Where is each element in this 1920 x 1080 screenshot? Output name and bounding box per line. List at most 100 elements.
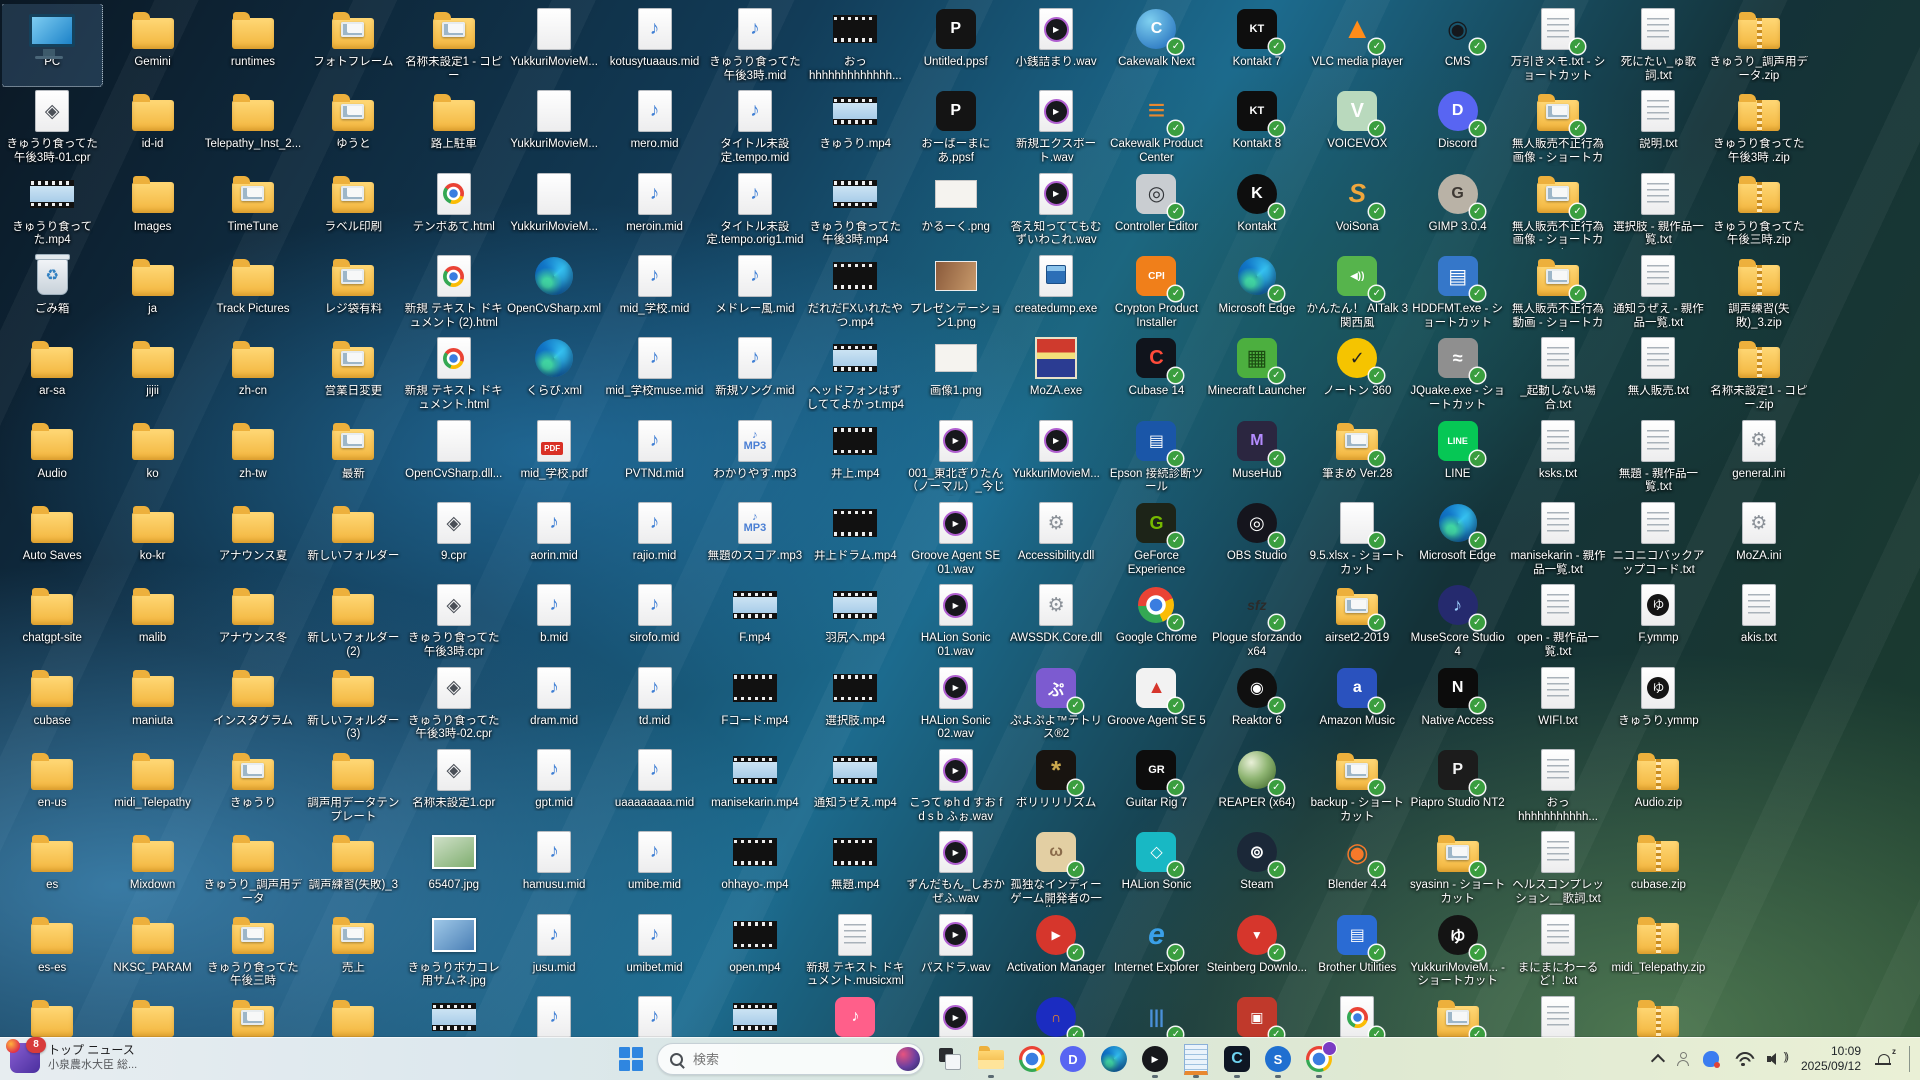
desktop-icon[interactable]: zh-tw: [203, 416, 303, 498]
desktop-icon[interactable]: D Discord: [1408, 86, 1508, 168]
discord-button[interactable]: D: [1058, 1044, 1088, 1074]
desktop-icon[interactable]: open - 親作品一覧.txt: [1508, 580, 1608, 662]
notification-bell-icon[interactable]: z: [1875, 1047, 1896, 1066]
desktop-icon[interactable]: runtimes: [203, 4, 303, 86]
desktop-icon[interactable]: 無人販売.txt: [1608, 333, 1708, 415]
desktop-icon[interactable]: K Kontakt: [1207, 169, 1307, 251]
desktop-icon[interactable]: ▣: [1207, 992, 1307, 1038]
desktop-icon[interactable]: hamusu.mid: [504, 827, 604, 909]
desktop-icon[interactable]: ω 孤独なインディーゲーム開発者の一生 ...: [1006, 827, 1106, 909]
desktop-icon[interactable]: jijii: [103, 333, 203, 415]
desktop-icon[interactable]: タイトル未設定.tempo.orig1.mid: [705, 169, 805, 251]
desktop-icon[interactable]: [1307, 992, 1407, 1038]
desktop-icon[interactable]: きゅうり食ってた午後3時 .zip: [1709, 86, 1809, 168]
desktop-icon[interactable]: 小銭詰まり.wav: [1006, 4, 1106, 86]
desktop-icon[interactable]: ♪: [805, 992, 905, 1038]
desktop-icon[interactable]: MoZA.exe: [1006, 333, 1106, 415]
desktop-icon[interactable]: en-us: [2, 745, 102, 827]
desktop-icon[interactable]: プレゼンテーション1.png: [906, 251, 1006, 333]
desktop-icon[interactable]: ヘッドフォンはずしててよかっt.mp4: [805, 333, 905, 415]
desktop-icon[interactable]: rajio.mid: [605, 498, 705, 580]
desktop-icon[interactable]: 調声用データテンプレート: [303, 745, 403, 827]
desktop-icon[interactable]: Mixdown: [103, 827, 203, 909]
desktop-icon[interactable]: ◉ Blender 4.4: [1307, 827, 1407, 909]
desktop-icon[interactable]: 調声練習(失敗)_3.zip: [1709, 251, 1809, 333]
desktop-icon[interactable]: ◎ Controller Editor: [1106, 169, 1206, 251]
desktop-icon[interactable]: ヘルスコンプレッション__歌詞.txt: [1508, 827, 1608, 909]
tray-accessibility-icon[interactable]: [1676, 1052, 1689, 1066]
desktop-icon[interactable]: [605, 992, 705, 1038]
desktop-icon[interactable]: ▲ VLC media player: [1307, 4, 1407, 86]
desktop-icon[interactable]: 通知うぜえ.mp4: [805, 745, 905, 827]
desktop-icon[interactable]: gpt.mid: [504, 745, 604, 827]
desktop-icon[interactable]: P Piapro Studio NT2: [1408, 745, 1508, 827]
blue-app-button[interactable]: S: [1263, 1044, 1293, 1074]
desktop-icon[interactable]: dram.mid: [504, 663, 604, 745]
desktop-icon[interactable]: Auto Saves: [2, 498, 102, 580]
desktop-icon[interactable]: F.mp4: [705, 580, 805, 662]
desktop-icon[interactable]: レジ袋有料: [303, 251, 403, 333]
desktop-icon[interactable]: syasinn - ショートカット: [1408, 827, 1508, 909]
desktop-icon[interactable]: ◇ HALion Sonic: [1106, 827, 1206, 909]
notepad-button[interactable]: [1181, 1043, 1211, 1075]
desktop-icon[interactable]: 新しいフォルダー: [303, 498, 403, 580]
desktop-icon[interactable]: OpenCvSharp.dll...: [404, 416, 504, 498]
desktop-icon[interactable]: きゅうり.mp4: [805, 86, 905, 168]
desktop-icon[interactable]: きゅうり食ってた午後3時.cpr: [404, 580, 504, 662]
desktop-icon[interactable]: ▼ Steinberg Downlo...: [1207, 910, 1307, 992]
desktop-icon[interactable]: 新規エクスポート.wav: [1006, 86, 1106, 168]
desktop-icon[interactable]: ◀)) かんたん！ AITalk 3 関西風: [1306, 251, 1408, 333]
desktop-icon[interactable]: * ポリリリリズム: [1006, 745, 1106, 827]
desktop-icon[interactable]: ohhayo-.mp4: [705, 827, 805, 909]
desktop-icon[interactable]: ◉ Reaktor 6: [1207, 663, 1307, 745]
desktop-icon[interactable]: パスドラ.wav: [906, 910, 1006, 992]
desktop-icon[interactable]: ▲ Groove Agent SE 5: [1106, 663, 1206, 745]
desktop-icon[interactable]: メドレー風.mid: [705, 251, 805, 333]
desktop-icon[interactable]: ≈ JQuake.exe - ショートカット: [1408, 333, 1508, 415]
desktop-icon[interactable]: mero.mid: [605, 86, 705, 168]
desktop-icon[interactable]: [203, 992, 303, 1038]
desktop-icon[interactable]: 説明.txt: [1608, 86, 1708, 168]
desktop-icon[interactable]: 無題.mp4: [805, 827, 905, 909]
desktop-icon[interactable]: アナウンス夏: [203, 498, 303, 580]
desktop-icon[interactable]: NKSC_PARAM: [103, 910, 203, 992]
desktop-icon[interactable]: C Cakewalk Next: [1106, 4, 1206, 86]
desktop-icon[interactable]: Audio.zip: [1608, 745, 1708, 827]
desktop-icon[interactable]: 新規 テキスト ドキュメント.html: [404, 333, 504, 415]
desktop-icon[interactable]: OpenCvSharp.xml: [504, 251, 604, 333]
desktop-icon[interactable]: かるーく.png: [906, 169, 1006, 251]
desktop-icon[interactable]: 無人販売不正行為画像 - ショートカット: [1508, 169, 1608, 251]
desktop-icon[interactable]: ✓ ノートン 360: [1307, 333, 1407, 415]
show-desktop-button[interactable]: [1909, 1046, 1910, 1072]
desktop-icon[interactable]: インスタグラム: [203, 663, 303, 745]
desktop-icon[interactable]: _起動しない場合.txt: [1508, 333, 1608, 415]
desktop-icon[interactable]: [906, 992, 1006, 1038]
desktop-icon[interactable]: ゆうと: [303, 86, 403, 168]
desktop-icon[interactable]: mid_学校muse.mid: [605, 333, 705, 415]
desktop-icon[interactable]: YukkuriMovieM...: [504, 169, 604, 251]
search-input[interactable]: [691, 1050, 888, 1068]
desktop-icon[interactable]: アナウンス冬: [203, 580, 303, 662]
desktop-icon[interactable]: 営業日変更: [303, 333, 403, 415]
desktop-icon[interactable]: Audio: [2, 416, 102, 498]
desktop-icon[interactable]: Gemini: [103, 4, 203, 86]
desktop-icon[interactable]: 筆まめ Ver.28: [1307, 416, 1407, 498]
desktop-icon[interactable]: 選択肢 - 親作品一覧.txt: [1608, 169, 1708, 251]
desktop-icon[interactable]: きゅうり食ってた午後3時-02.cpr: [404, 663, 504, 745]
desktop-icon[interactable]: ニコニコバックアップコード.txt: [1608, 498, 1708, 580]
desktop-icon[interactable]: chatgpt-site: [2, 580, 102, 662]
desktop-icon[interactable]: maniuta: [103, 663, 203, 745]
desktop-icon[interactable]: おっhhhhhhhhhhhhh...: [805, 4, 905, 86]
desktop-icon[interactable]: 名称未設定1 - コピー: [404, 4, 504, 86]
desktop-icon[interactable]: 名称未設定1.cpr: [404, 745, 504, 827]
edge-button[interactable]: [1099, 1044, 1129, 1074]
desktop-icon[interactable]: テンポあて.html: [404, 169, 504, 251]
desktop-icon[interactable]: G GeForce Experience: [1106, 498, 1206, 580]
desktop-icon[interactable]: sfz Plogue sforzando x64: [1207, 580, 1307, 662]
desktop-icon[interactable]: kotusytuaaus.mid: [605, 4, 705, 86]
desktop-icon[interactable]: MoZA.ini: [1709, 498, 1809, 580]
desktop-icon[interactable]: open.mp4: [705, 910, 805, 992]
desktop-icon[interactable]: YukkuriMovieM...: [504, 4, 604, 86]
desktop-icon[interactable]: Telepathy_Inst_2...: [203, 86, 303, 168]
desktop-icon[interactable]: manisekarin.mp4: [705, 745, 805, 827]
